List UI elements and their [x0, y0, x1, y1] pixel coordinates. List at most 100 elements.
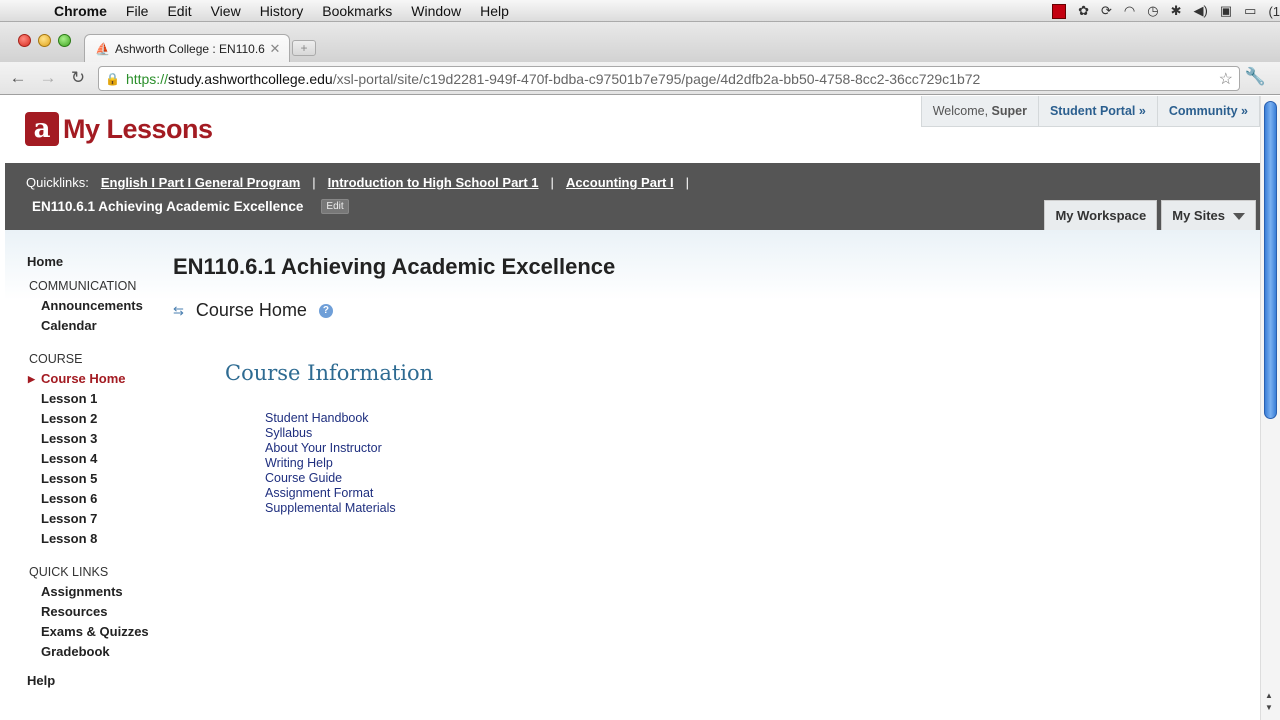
- nav-course-home[interactable]: ▶ Course Home: [28, 369, 177, 389]
- link-supplemental-materials[interactable]: Supplemental Materials: [265, 501, 396, 515]
- welcome-text: Welcome, Super: [922, 96, 1038, 126]
- site-title: EN110.6.1 Achieving Academic Excellence …: [32, 199, 349, 214]
- menu-chrome[interactable]: Chrome: [54, 3, 107, 19]
- nav-lesson-5[interactable]: Lesson 5: [41, 469, 177, 489]
- wrench-menu-icon[interactable]: 🔧: [1245, 67, 1266, 87]
- keyboard-icon[interactable]: ▣: [1220, 3, 1232, 19]
- nav-heading-communication: COMMUNICATION: [29, 279, 137, 293]
- bookmark-star-icon[interactable]: ☆: [1219, 69, 1233, 89]
- flag-icon[interactable]: [1052, 3, 1067, 19]
- close-window-button[interactable]: [18, 34, 31, 47]
- nav-exams-quizzes[interactable]: Exams & Quizzes: [41, 622, 177, 642]
- battery-icon[interactable]: ▭: [1244, 3, 1256, 19]
- nav-resources[interactable]: Resources: [41, 602, 177, 622]
- list-item: Writing Help: [265, 456, 1173, 471]
- scroll-arrows[interactable]: ▲ ▼: [1265, 690, 1273, 714]
- url-host: study.ashworthcollege.edu: [167, 70, 333, 87]
- zoom-window-button[interactable]: [58, 34, 71, 47]
- link-student-handbook[interactable]: Student Handbook: [265, 411, 369, 425]
- list-item: Student Handbook: [265, 411, 1173, 426]
- menubar-tray: ✿ ⟳ ◠ ◷ ✱ ◀) ▣ ▭ (1: [1052, 0, 1280, 22]
- separator: |: [550, 175, 554, 190]
- my-sites-label: My Sites: [1172, 208, 1225, 223]
- quicklink-intro-high-school[interactable]: Introduction to High School Part 1: [328, 175, 539, 190]
- wifi-icon[interactable]: ◠: [1124, 3, 1135, 19]
- browser-tabstrip: ⛵ Ashworth College : EN110.6 ✕ +: [0, 22, 1280, 62]
- edit-button[interactable]: Edit: [321, 199, 349, 214]
- nav-help[interactable]: Help: [27, 671, 177, 691]
- vertical-scrollbar[interactable]: ▲ ▼: [1260, 96, 1280, 720]
- nav-home[interactable]: Home: [27, 252, 177, 272]
- browser-toolbar: ← → ↻ 🔒 https://study.ashworthcollege.ed…: [0, 62, 1280, 95]
- list-item: Course Guide: [265, 471, 1173, 486]
- time-machine-icon[interactable]: ◷: [1147, 3, 1158, 19]
- bluetooth-icon[interactable]: ✱: [1171, 3, 1182, 19]
- forward-icon[interactable]: →: [36, 68, 60, 88]
- battery-percent[interactable]: (1: [1268, 4, 1280, 19]
- nav-calendar[interactable]: Calendar: [41, 316, 177, 336]
- back-icon[interactable]: ←: [6, 68, 30, 88]
- nav-lesson-8[interactable]: Lesson 8: [41, 529, 177, 549]
- nav-lesson-1[interactable]: Lesson 1: [41, 389, 177, 409]
- nav-lesson-7[interactable]: Lesson 7: [41, 509, 177, 529]
- left-navigation: Home COMMUNICATION Announcements Calenda…: [27, 252, 177, 691]
- tool-title: Course Home: [195, 300, 307, 320]
- link-writing-help[interactable]: Writing Help: [265, 456, 333, 470]
- menu-help[interactable]: Help: [480, 3, 509, 19]
- browser-tab[interactable]: ⛵ Ashworth College : EN110.6 ✕: [84, 34, 290, 62]
- tool-header: ⇆ Course Home ?: [173, 300, 1173, 321]
- reset-tool-icon[interactable]: ⇆: [173, 303, 184, 319]
- my-sites-tab[interactable]: My Sites: [1161, 200, 1256, 230]
- volume-icon[interactable]: ◀): [1194, 3, 1208, 19]
- nav-lesson-4[interactable]: Lesson 4: [41, 449, 177, 469]
- minimize-window-button[interactable]: [38, 34, 51, 47]
- current-page-arrow-icon: ▶: [28, 374, 35, 384]
- page-title: EN110.6.1 Achieving Academic Excellence: [173, 254, 616, 279]
- lock-icon[interactable]: 🔒: [105, 72, 120, 86]
- menu-edit[interactable]: Edit: [167, 3, 191, 19]
- close-tab-icon[interactable]: ✕: [267, 41, 283, 57]
- site-tabs: My Workspace My Sites: [1040, 200, 1256, 230]
- link-course-guide[interactable]: Course Guide: [265, 471, 342, 485]
- scrollbar-thumb[interactable]: [1264, 101, 1277, 419]
- nav-gradebook[interactable]: Gradebook: [41, 642, 177, 662]
- menu-window[interactable]: Window: [411, 3, 461, 19]
- nav-announcements[interactable]: Announcements: [41, 296, 177, 316]
- globe-icon[interactable]: ✿: [1078, 3, 1089, 19]
- my-lessons-logo[interactable]: a My Lessons: [25, 112, 213, 146]
- link-syllabus[interactable]: Syllabus: [265, 426, 312, 440]
- nav-lesson-6[interactable]: Lesson 6: [41, 489, 177, 509]
- help-icon[interactable]: ?: [318, 303, 333, 318]
- main-content: EN110.6.1 Achieving Academic Excellence …: [173, 254, 1173, 516]
- quicklink-accounting[interactable]: Accounting Part I: [566, 175, 674, 190]
- my-workspace-tab[interactable]: My Workspace: [1044, 200, 1158, 230]
- nav-lesson-2[interactable]: Lesson 2: [41, 409, 177, 429]
- nav-assignments[interactable]: Assignments: [41, 582, 177, 602]
- menu-file[interactable]: File: [126, 3, 149, 19]
- community-item: Community »: [1156, 96, 1259, 126]
- separator: |: [312, 175, 316, 190]
- new-tab-button[interactable]: +: [292, 40, 316, 56]
- link-about-instructor[interactable]: About Your Instructor: [265, 441, 382, 455]
- sync-icon[interactable]: ⟳: [1101, 3, 1112, 19]
- menu-history[interactable]: History: [260, 3, 304, 19]
- course-links-list: Student Handbook Syllabus About Your Ins…: [265, 411, 1173, 516]
- reload-icon[interactable]: ↻: [66, 68, 90, 88]
- menu-bookmarks[interactable]: Bookmarks: [322, 3, 392, 19]
- site-title-text: EN110.6.1 Achieving Academic Excellence: [32, 199, 304, 214]
- favicon-icon: ⛵: [95, 41, 110, 56]
- nav-heading-quick-links: QUICK LINKS: [29, 565, 109, 579]
- tab-title: Ashworth College : EN110.6: [115, 41, 265, 56]
- site-navigation-bar: Quicklinks: English I Part I General Pro…: [5, 163, 1260, 230]
- link-assignment-format[interactable]: Assignment Format: [265, 486, 373, 500]
- student-portal-item: Student Portal »: [1037, 96, 1157, 126]
- url-scheme: https://: [125, 70, 168, 87]
- menu-view[interactable]: View: [211, 3, 241, 19]
- quicklink-english[interactable]: English I Part I General Program: [101, 175, 300, 190]
- community-link[interactable]: Community »: [1169, 104, 1248, 118]
- address-bar[interactable]: 🔒 https://study.ashworthcollege.edu/xsl-…: [98, 66, 1240, 91]
- site-header: a My Lessons Welcome, Super Student Port…: [5, 96, 1260, 163]
- separator: |: [685, 175, 689, 190]
- nav-lesson-3[interactable]: Lesson 3: [41, 429, 177, 449]
- student-portal-link[interactable]: Student Portal »: [1050, 104, 1146, 118]
